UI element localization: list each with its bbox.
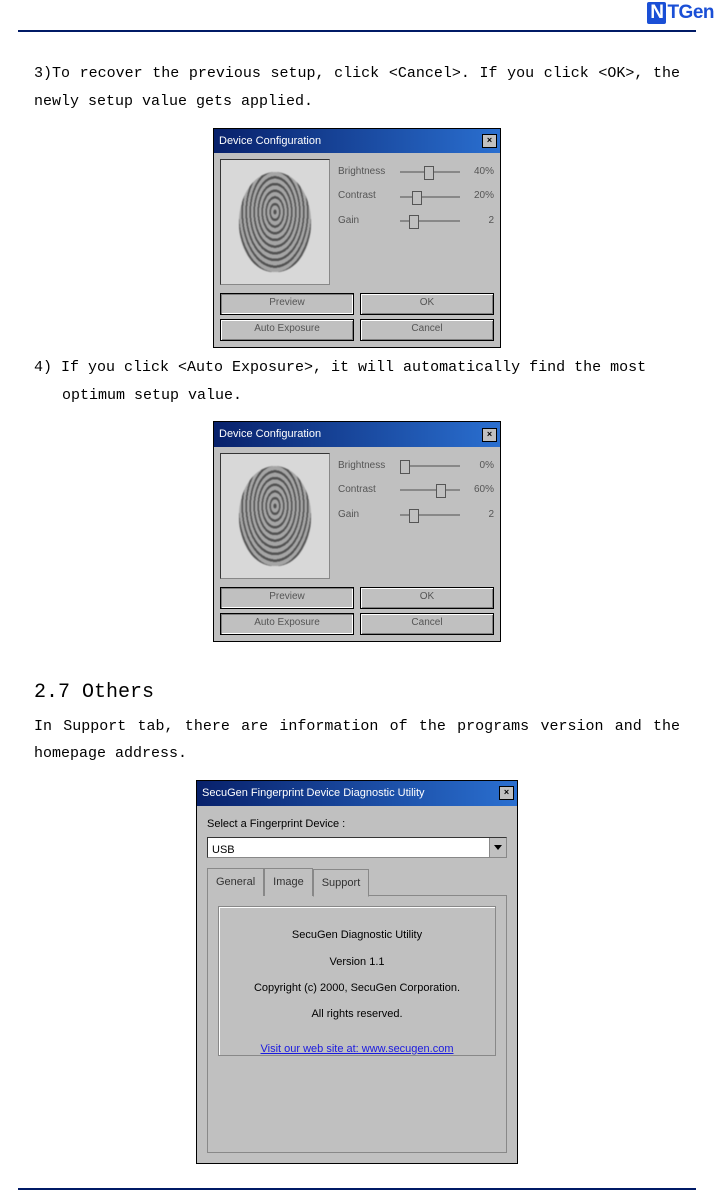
- support-line-4: All rights reserved.: [227, 1004, 487, 1024]
- support-body: Select a Fingerprint Device : USB Genera…: [197, 806, 517, 1164]
- titlebar-text: Device Configuration: [219, 131, 321, 151]
- tabs: General Image Support: [207, 868, 507, 896]
- button-col-right: OK Cancel: [360, 587, 494, 635]
- titlebar-text: Device Configuration: [219, 424, 321, 444]
- titlebar: Device Configuration ×: [214, 129, 500, 153]
- brightness-label: Brightness: [338, 163, 394, 182]
- tab-pane: SecuGen Diagnostic Utility Version 1.1 C…: [207, 895, 507, 1153]
- logo-text: TGen: [667, 2, 714, 23]
- preview-button[interactable]: Preview: [220, 587, 354, 609]
- paragraph-2-7: In Support tab, there are information of…: [34, 713, 680, 769]
- contrast-label: Contrast: [338, 187, 394, 206]
- content: 3)To recover the previous setup, click <…: [18, 32, 696, 1164]
- gain-row: Gain 2: [338, 212, 494, 231]
- support-info-panel: SecuGen Diagnostic Utility Version 1.1 C…: [218, 906, 496, 1056]
- gain-label: Gain: [338, 506, 394, 525]
- gain-slider[interactable]: [400, 220, 460, 222]
- auto-exposure-button[interactable]: Auto Exposure: [220, 613, 354, 635]
- contrast-row: Contrast 20%: [338, 187, 494, 206]
- fingerprint-icon: [239, 172, 311, 272]
- contrast-value: 60%: [466, 481, 494, 500]
- gain-value: 2: [466, 212, 494, 231]
- titlebar-text: SecuGen Fingerprint Device Diagnostic Ut…: [202, 783, 425, 803]
- gain-slider[interactable]: [400, 514, 460, 516]
- logo-mark: N: [647, 2, 666, 24]
- fingerprint-icon: [239, 466, 311, 566]
- contrast-row: Contrast 60%: [338, 481, 494, 500]
- slider-thumb[interactable]: [424, 166, 434, 180]
- close-icon[interactable]: ×: [482, 134, 497, 148]
- device-config-dialog: Device Configuration × Brightness 0%: [213, 421, 501, 641]
- button-row: Preview Auto Exposure OK Cancel: [214, 583, 500, 641]
- paragraph-3: 3)To recover the previous setup, click <…: [34, 60, 680, 116]
- button-col-left: Preview Auto Exposure: [220, 293, 354, 341]
- figure-support: SecuGen Fingerprint Device Diagnostic Ut…: [34, 780, 680, 1164]
- titlebar: SecuGen Fingerprint Device Diagnostic Ut…: [197, 781, 517, 805]
- close-icon[interactable]: ×: [482, 428, 497, 442]
- sliders: Brightness 0% Contrast 60%: [338, 453, 494, 579]
- support-line-1: SecuGen Diagnostic Utility: [227, 925, 487, 945]
- gain-row: Gain 2: [338, 506, 494, 525]
- select-device-label: Select a Fingerprint Device :: [207, 814, 507, 834]
- contrast-slider[interactable]: [400, 489, 460, 491]
- fingerprint-preview: [220, 453, 330, 579]
- tab-support[interactable]: Support: [313, 869, 370, 897]
- dialog-body: Brightness 0% Contrast 60%: [214, 447, 500, 583]
- heading-2-7: 2.7 Others: [34, 674, 680, 711]
- combo-value: USB: [208, 838, 489, 857]
- dialog-body: Brightness 40% Contrast 20%: [214, 153, 500, 289]
- brightness-slider[interactable]: [400, 465, 460, 467]
- chevron-down-icon[interactable]: [489, 838, 506, 857]
- tab-image[interactable]: Image: [264, 868, 313, 896]
- device-config-dialog: Device Configuration × Brightness 40%: [213, 128, 501, 348]
- tab-general[interactable]: General: [207, 868, 264, 896]
- slider-thumb[interactable]: [400, 460, 410, 474]
- support-line-2: Version 1.1: [227, 952, 487, 972]
- button-col-left: Preview Auto Exposure: [220, 587, 354, 635]
- sliders: Brightness 40% Contrast 20%: [338, 159, 494, 285]
- support-dialog: SecuGen Fingerprint Device Diagnostic Ut…: [196, 780, 518, 1164]
- support-line-3: Copyright (c) 2000, SecuGen Corporation.: [227, 978, 487, 998]
- brightness-row: Brightness 40%: [338, 163, 494, 182]
- brightness-row: Brightness 0%: [338, 457, 494, 476]
- support-website-link[interactable]: Visit our web site at: www.secugen.com: [227, 1039, 487, 1059]
- contrast-slider[interactable]: [400, 196, 460, 198]
- figure-devcfg-1: Device Configuration × Brightness 40%: [34, 128, 680, 348]
- figure-devcfg-2: Device Configuration × Brightness 0%: [34, 421, 680, 641]
- gain-label: Gain: [338, 212, 394, 231]
- contrast-value: 20%: [466, 187, 494, 206]
- cancel-button[interactable]: Cancel: [360, 613, 494, 635]
- device-combo[interactable]: USB: [207, 837, 507, 858]
- logo: NTGen: [647, 2, 714, 24]
- button-row: Preview Auto Exposure OK Cancel: [214, 289, 500, 347]
- page: NTGen 3)To recover the previous setup, c…: [0, 0, 714, 1066]
- brightness-value: 0%: [466, 457, 494, 476]
- button-col-right: OK Cancel: [360, 293, 494, 341]
- gain-value: 2: [466, 506, 494, 525]
- auto-exposure-button[interactable]: Auto Exposure: [220, 319, 354, 341]
- slider-thumb[interactable]: [409, 215, 419, 229]
- paragraph-4-line1: 4) If you click <Auto Exposure>, it will…: [34, 354, 680, 382]
- cancel-button[interactable]: Cancel: [360, 319, 494, 341]
- ok-button[interactable]: OK: [360, 587, 494, 609]
- close-icon[interactable]: ×: [499, 786, 514, 800]
- paragraph-4-line2: optimum setup value.: [34, 382, 680, 410]
- slider-thumb[interactable]: [409, 509, 419, 523]
- brightness-value: 40%: [466, 163, 494, 182]
- fingerprint-preview: [220, 159, 330, 285]
- slider-thumb[interactable]: [436, 484, 446, 498]
- titlebar: Device Configuration ×: [214, 422, 500, 446]
- brightness-label: Brightness: [338, 457, 394, 476]
- brightness-slider[interactable]: [400, 171, 460, 173]
- preview-button[interactable]: Preview: [220, 293, 354, 315]
- contrast-label: Contrast: [338, 481, 394, 500]
- ok-button[interactable]: OK: [360, 293, 494, 315]
- slider-thumb[interactable]: [412, 191, 422, 205]
